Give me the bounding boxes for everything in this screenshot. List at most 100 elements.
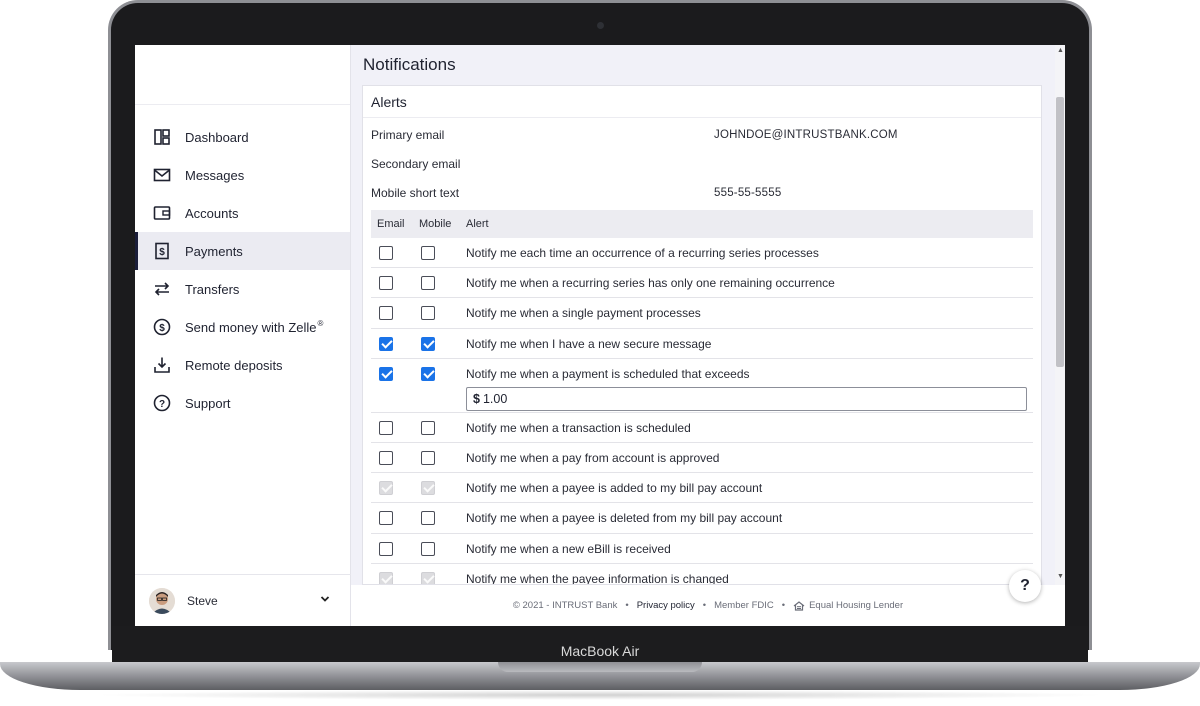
footer-separator: • — [702, 600, 707, 611]
registered-mark: ® — [317, 319, 324, 328]
sidebar-item-support[interactable]: ? Support — [135, 384, 350, 422]
alert-text: Notify me each time an occurrence of a r… — [466, 246, 819, 260]
contact-list: Primary email JOHNDOE@INTRUSTBANK.COM Seco… — [363, 118, 1041, 207]
email-checkbox — [379, 481, 393, 496]
email-checkbox[interactable] — [379, 306, 393, 321]
transfer-arrows-icon — [153, 280, 171, 298]
mobile-checkbox[interactable] — [421, 450, 435, 465]
sidebar-item-label: Accounts — [185, 205, 239, 221]
page-title: Notifications — [363, 55, 456, 74]
svg-text:?: ? — [159, 399, 165, 410]
mobile-cell — [413, 298, 461, 321]
mobile-checkbox[interactable] — [421, 276, 435, 291]
dollar-document-icon: $ — [153, 242, 171, 260]
alert-text: Notify me when a payment is scheduled th… — [466, 366, 750, 381]
mobile-cell — [413, 329, 461, 351]
sidebar-item-payments[interactable]: $ Payments — [135, 232, 350, 270]
mobile-cell — [413, 268, 461, 291]
email-cell — [371, 443, 413, 465]
mobile-checkbox[interactable] — [421, 420, 435, 435]
alert-cell: Notify me when I have a new secure messa… — [461, 329, 1033, 351]
app-screen: Dashboard Messages Accounts $ Payments Transf… — [135, 45, 1065, 626]
email-cell — [371, 534, 413, 556]
currency-symbol: $ — [473, 391, 480, 406]
scroll-down-arrow-icon[interactable]: ▼ — [1057, 573, 1064, 580]
alert-text: Notify me when a transaction is schedule… — [466, 420, 691, 435]
alert-cell: Notify me each time an occurrence of a r… — [461, 238, 1033, 260]
table-row: Notify me when a payment is scheduled th… — [371, 359, 1033, 413]
scrollbar[interactable]: ▲ ▼ — [1055, 45, 1065, 585]
member-fdic-text: Member FDIC — [714, 600, 774, 611]
scroll-up-arrow-icon[interactable]: ▲ — [1057, 47, 1064, 54]
alerts-table-body: Notify me each time an occurrence of a r… — [371, 238, 1033, 585]
laptop-shadow — [90, 690, 1110, 700]
alerts-table: Email Mobile Alert Notify me each time a… — [371, 210, 1033, 585]
email-checkbox[interactable] — [379, 246, 393, 260]
email-checkbox[interactable] — [379, 450, 393, 465]
alert-cell: Notify me when a single payment processe… — [461, 298, 1033, 320]
sidebar-item-transfers[interactable]: Transfers — [135, 270, 350, 308]
mobile-checkbox[interactable] — [421, 511, 435, 526]
alert-cell: Notify me when a recurring series has on… — [461, 268, 1033, 290]
sidebar-item-accounts[interactable]: Accounts — [135, 194, 350, 232]
privacy-policy-link[interactable]: Privacy policy — [637, 600, 695, 611]
sidebar-item-send-money-with-zelle[interactable]: $ Send money with Zelle ® — [135, 308, 350, 346]
svg-text:$: $ — [159, 323, 165, 334]
help-button[interactable]: ? — [1009, 570, 1041, 602]
email-cell — [371, 473, 413, 496]
sidebar-nav: Dashboard Messages Accounts $ Payments Transf… — [135, 118, 350, 422]
footer: © 2021 - INTRUST Bank • Privacy policy •… — [351, 585, 1065, 626]
sidebar-item-messages[interactable]: Messages — [135, 156, 350, 194]
table-row: Notify me when a transaction is schedule… — [371, 413, 1033, 443]
email-checkbox[interactable] — [379, 541, 393, 556]
sidebar-item-label: Dashboard — [185, 129, 249, 145]
alert-cell: Notify me when a pay from account is app… — [461, 443, 1033, 465]
sidebar-item-label: Send money with Zelle — [185, 319, 317, 335]
contact-row: Primary email JOHNDOE@INTRUSTBANK.COM — [363, 120, 1041, 149]
footer-separator: • — [625, 600, 629, 611]
alert-cell: Notify me when a payee is deleted from m… — [461, 503, 1033, 525]
download-tray-icon — [153, 356, 171, 374]
mobile-checkbox[interactable] — [421, 306, 435, 321]
alert-text: Notify me when a payee is deleted from m… — [466, 511, 783, 526]
mobile-checkbox[interactable] — [421, 336, 435, 351]
email-checkbox[interactable] — [379, 276, 393, 291]
alerts-table-header: Email Mobile Alert — [371, 210, 1033, 238]
email-checkbox[interactable] — [379, 511, 393, 526]
alert-cell: Notify me when a transaction is schedule… — [461, 413, 1033, 435]
user-menu[interactable]: Steve — [135, 574, 351, 626]
scroll-thumb[interactable] — [1056, 97, 1064, 367]
sidebar-item-dashboard[interactable]: Dashboard — [135, 118, 350, 156]
column-header-mobile: Mobile — [419, 218, 452, 230]
table-row: Notify me when a single payment processe… — [371, 298, 1033, 329]
contact-label: Mobile short text — [371, 185, 460, 200]
table-row: Notify me when a payee is added to my bi… — [371, 473, 1033, 504]
mobile-checkbox[interactable] — [421, 246, 435, 260]
alert-text: Notify me when the payee information is … — [466, 571, 729, 585]
footer-separator: • — [781, 600, 786, 611]
sidebar-item-remote-deposits[interactable]: Remote deposits — [135, 346, 350, 384]
chevron-down-icon — [319, 593, 333, 608]
sidebar-item-label: Support — [185, 395, 231, 411]
camera-icon — [597, 22, 604, 29]
contact-value: 555-55-5555 — [714, 186, 782, 199]
email-checkbox — [379, 571, 393, 584]
mobile-checkbox[interactable] — [421, 541, 435, 556]
avatar — [149, 587, 175, 614]
email-checkbox[interactable] — [379, 366, 393, 381]
email-cell — [371, 359, 413, 381]
alert-cell: Notify me when a payee is added to my bi… — [461, 473, 1033, 495]
sidebar-item-label: Transfers — [185, 281, 240, 297]
envelope-icon — [153, 166, 171, 184]
mobile-checkbox[interactable] — [421, 366, 435, 381]
contact-label: Primary email — [371, 127, 445, 142]
dollar-circle-icon: $ — [153, 318, 171, 336]
threshold-amount-input[interactable]: $1.00 — [466, 386, 1027, 411]
email-checkbox[interactable] — [379, 420, 393, 435]
equal-housing-text: Equal Housing Lender — [809, 600, 904, 611]
email-checkbox[interactable] — [379, 336, 393, 351]
column-header-email: Email — [377, 218, 405, 230]
mobile-cell — [413, 359, 461, 381]
alert-text: Notify me when a new eBill is received — [466, 541, 671, 556]
threshold-amount-value: 1.00 — [482, 391, 508, 406]
